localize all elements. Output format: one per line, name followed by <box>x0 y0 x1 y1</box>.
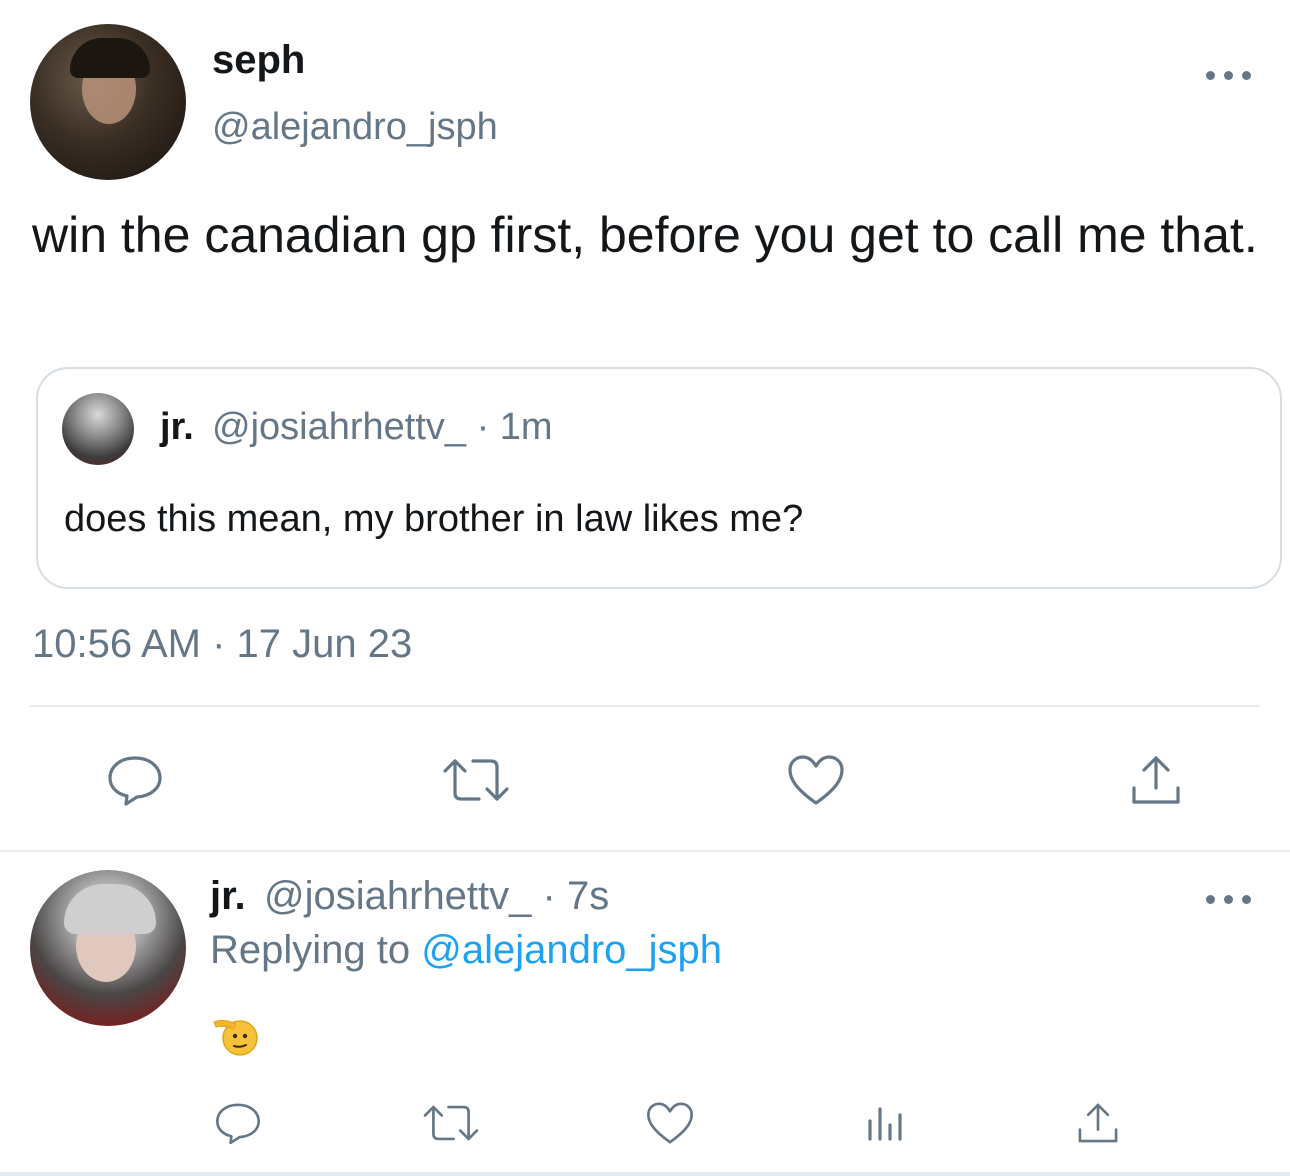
reply-like-icon[interactable] <box>640 1098 700 1148</box>
analytics-icon[interactable] <box>858 1098 914 1148</box>
replying-to: Replying to @alejandro_jsph <box>210 928 722 973</box>
author-handle[interactable]: @alejandro_jsph <box>212 106 498 149</box>
author-name[interactable]: seph <box>212 38 305 83</box>
reply-avatar[interactable] <box>30 870 186 1026</box>
quoted-author-name: jr. <box>160 406 194 448</box>
share-icon[interactable] <box>1124 750 1188 810</box>
section-separator <box>0 850 1290 852</box>
tweet-text: win the canadian gp first, before you ge… <box>32 207 1258 263</box>
like-icon[interactable] <box>784 750 848 810</box>
saluting-face-emoji <box>212 1012 258 1058</box>
reply-more-options-icon[interactable] <box>1204 890 1254 906</box>
retweet-icon[interactable] <box>436 750 516 810</box>
quoted-avatar[interactable] <box>62 393 134 465</box>
quoted-tweet-text: does this mean, my brother in law likes … <box>64 498 804 540</box>
reply-icon[interactable] <box>100 750 170 810</box>
replying-handle-link[interactable]: @alejandro_jsph <box>421 928 722 972</box>
reply-author-handle-time[interactable]: @josiahrhettv_ · 7s <box>264 874 609 919</box>
quoted-author-handle-time: @josiahrhettv_ · 1m <box>212 406 553 448</box>
reply-author-name[interactable]: jr. <box>210 874 246 919</box>
tweet-timestamp: 10:56 AM · 17 Jun 23 <box>32 622 413 666</box>
reply-share-icon[interactable] <box>1070 1098 1126 1148</box>
bottom-divider <box>0 1172 1290 1176</box>
reply-reply-icon[interactable] <box>210 1098 266 1148</box>
replying-prefix: Replying to <box>210 928 411 972</box>
reply-retweet-icon[interactable] <box>416 1098 486 1148</box>
divider <box>30 705 1260 707</box>
quoted-tweet-card[interactable] <box>36 367 1282 589</box>
more-options-icon[interactable] <box>1204 66 1254 82</box>
avatar[interactable] <box>30 24 186 180</box>
